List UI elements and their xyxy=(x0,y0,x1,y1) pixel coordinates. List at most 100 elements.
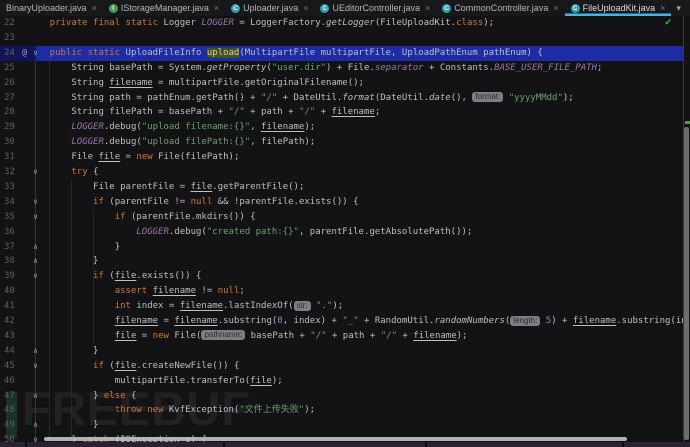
code-text[interactable]: private final static Logger LOGGER = Log… xyxy=(28,16,683,31)
chevron-down-icon[interactable]: ▾ xyxy=(671,0,686,16)
line-number[interactable]: 33 xyxy=(4,180,24,195)
line-number[interactable]: 39 xyxy=(4,269,24,284)
change-marker[interactable] xyxy=(685,121,690,124)
code-text[interactable]: } xyxy=(28,344,683,359)
close-icon[interactable]: × xyxy=(92,3,97,13)
line-number[interactable]: 46 xyxy=(4,374,24,389)
tab-commoncontroller-java[interactable]: CCommonController.java× xyxy=(436,0,564,16)
code-text[interactable]: LOGGER.debug("created path:{}", parentFi… xyxy=(28,225,683,240)
code-text[interactable]: } xyxy=(28,418,683,433)
code-token: if xyxy=(93,271,104,281)
code-text[interactable]: } xyxy=(28,240,683,255)
line-number[interactable]: 44 xyxy=(4,344,24,359)
more-options-icon[interactable]: ⋮ xyxy=(686,0,690,16)
code-token: "upload filePath:{}" xyxy=(142,137,250,147)
code-text[interactable]: String filename = multipartFile.getOrigi… xyxy=(28,76,683,91)
code-token: .exists()) { xyxy=(136,271,201,281)
close-icon[interactable]: × xyxy=(303,3,308,13)
line-number[interactable]: 42 xyxy=(4,314,24,329)
class-file-icon: C xyxy=(442,4,451,13)
tab-fileuploadkit-java[interactable]: CFileUploadKit.java× xyxy=(565,0,672,16)
line-number[interactable]: 49 xyxy=(4,418,24,433)
code-text[interactable]: File parentFile = file.getParentFile(); xyxy=(28,180,683,195)
code-line: 41 int index = filename.lastIndexOf(str:… xyxy=(0,299,690,314)
close-icon[interactable]: × xyxy=(660,3,665,13)
close-icon[interactable]: × xyxy=(553,3,558,13)
vertical-scrollbar[interactable] xyxy=(684,127,689,440)
code-token: + Constants. xyxy=(424,63,494,73)
code-text[interactable]: try { xyxy=(28,165,683,180)
line-number[interactable]: 41 xyxy=(4,299,24,314)
code-token: .lastIndexOf( xyxy=(223,301,293,311)
line-number[interactable]: 29 xyxy=(4,120,24,135)
code-text[interactable]: LOGGER.debug("upload filePath:{}", fileP… xyxy=(28,135,683,150)
code-token: int xyxy=(115,301,131,311)
code-text[interactable]: multipartFile.transferTo(file); xyxy=(28,374,683,389)
code-line: 47∧ } else { xyxy=(0,389,690,404)
line-number[interactable]: 23 xyxy=(4,31,24,46)
code-text[interactable]: file = new File(pathname: basePath + "/"… xyxy=(28,329,683,344)
code-line: 22 private final static Logger LOGGER = … xyxy=(0,16,690,31)
line-number[interactable]: 25 xyxy=(4,61,24,76)
code-token: != xyxy=(196,286,218,296)
line-number[interactable]: 48 xyxy=(4,403,24,418)
code-text[interactable]: public static UploadFileInfo upload(Mult… xyxy=(28,46,683,61)
code-text[interactable]: LOGGER.debug("upload filename:{}", filen… xyxy=(28,120,683,135)
code-text[interactable]: assert filename != null; xyxy=(28,284,683,299)
code-line: 23 xyxy=(0,31,690,46)
code-line: 36 LOGGER.debug("created path:{}", paren… xyxy=(0,225,690,240)
line-number[interactable]: 43 xyxy=(4,329,24,344)
line-number[interactable]: 47 xyxy=(4,389,24,404)
code-text[interactable]: String path = pathEnum.getPath() + "/" +… xyxy=(28,91,683,106)
horizontal-scrollbar[interactable] xyxy=(44,437,627,442)
code-token: if xyxy=(93,197,104,207)
close-icon[interactable]: × xyxy=(214,3,219,13)
line-number[interactable]: 38 xyxy=(4,254,24,269)
code-text[interactable]: String filePath = basePath + "/" + path … xyxy=(28,105,683,120)
line-number[interactable]: 31 xyxy=(4,150,24,165)
code-text[interactable]: if (parentFile != null && !parentFile.ex… xyxy=(28,195,683,210)
line-number[interactable]: 35 xyxy=(4,210,24,225)
line-number[interactable]: 45 xyxy=(4,359,24,374)
tab-label: Uploader.java xyxy=(243,3,298,13)
code-token: "." xyxy=(316,301,332,311)
code-text[interactable]: if (file.createNewFile()) { xyxy=(28,359,683,374)
line-number[interactable]: 22 xyxy=(4,16,24,31)
code-editor[interactable]: FREEBUF 22 private final static Logger L… xyxy=(0,16,690,447)
code-text[interactable]: throw new KvfException("文件上传失败"); xyxy=(28,403,683,418)
code-token: filename xyxy=(109,78,152,88)
tab-uploader-java[interactable]: CUploader.java× xyxy=(225,0,314,16)
line-number[interactable]: 40 xyxy=(4,284,24,299)
tab-ueditorcontroller-java[interactable]: CUEditorController.java× xyxy=(314,0,436,16)
line-number[interactable]: 26 xyxy=(4,76,24,91)
code-token xyxy=(28,271,93,281)
code-text[interactable]: String basePath = System.getProperty("us… xyxy=(28,61,683,76)
code-text[interactable]: if (file.exists()) { xyxy=(28,269,683,284)
code-token: (), xyxy=(451,93,473,103)
code-text[interactable]: if (parentFile.mkdirs()) { xyxy=(28,210,683,225)
line-number[interactable]: 34 xyxy=(4,195,24,210)
code-text[interactable]: int index = filename.lastIndexOf(str: ".… xyxy=(28,299,683,314)
close-icon[interactable]: × xyxy=(425,3,430,13)
code-token: date xyxy=(429,93,451,103)
line-number[interactable]: 37 xyxy=(4,240,24,255)
line-number[interactable]: 32 xyxy=(4,165,24,180)
tab-istoragemanager-java[interactable]: IIStorageManager.java× xyxy=(103,0,225,16)
line-number[interactable]: 27 xyxy=(4,91,24,106)
code-token: } xyxy=(28,346,98,356)
line-number[interactable]: 30 xyxy=(4,135,24,150)
code-token xyxy=(28,286,115,296)
code-token: .debug( xyxy=(169,227,207,237)
code-token: "/" xyxy=(381,331,397,341)
line-number[interactable]: 28 xyxy=(4,105,24,120)
code-text[interactable]: } xyxy=(28,254,683,269)
inspection-check-icon[interactable]: ✔ xyxy=(665,15,672,28)
code-token: , filePath); xyxy=(250,137,315,147)
code-text[interactable]: } else { xyxy=(28,389,683,404)
code-text[interactable]: filename = filename.substring(0, index) … xyxy=(28,314,683,329)
code-text[interactable]: File file = new File(filePath); xyxy=(28,150,683,165)
gutter-at-mark: @ xyxy=(22,46,27,61)
line-number[interactable]: 24 xyxy=(4,46,24,61)
line-number[interactable]: 36 xyxy=(4,225,24,240)
tab-binaryuploader-java[interactable]: BinaryUploader.java× xyxy=(0,0,103,16)
